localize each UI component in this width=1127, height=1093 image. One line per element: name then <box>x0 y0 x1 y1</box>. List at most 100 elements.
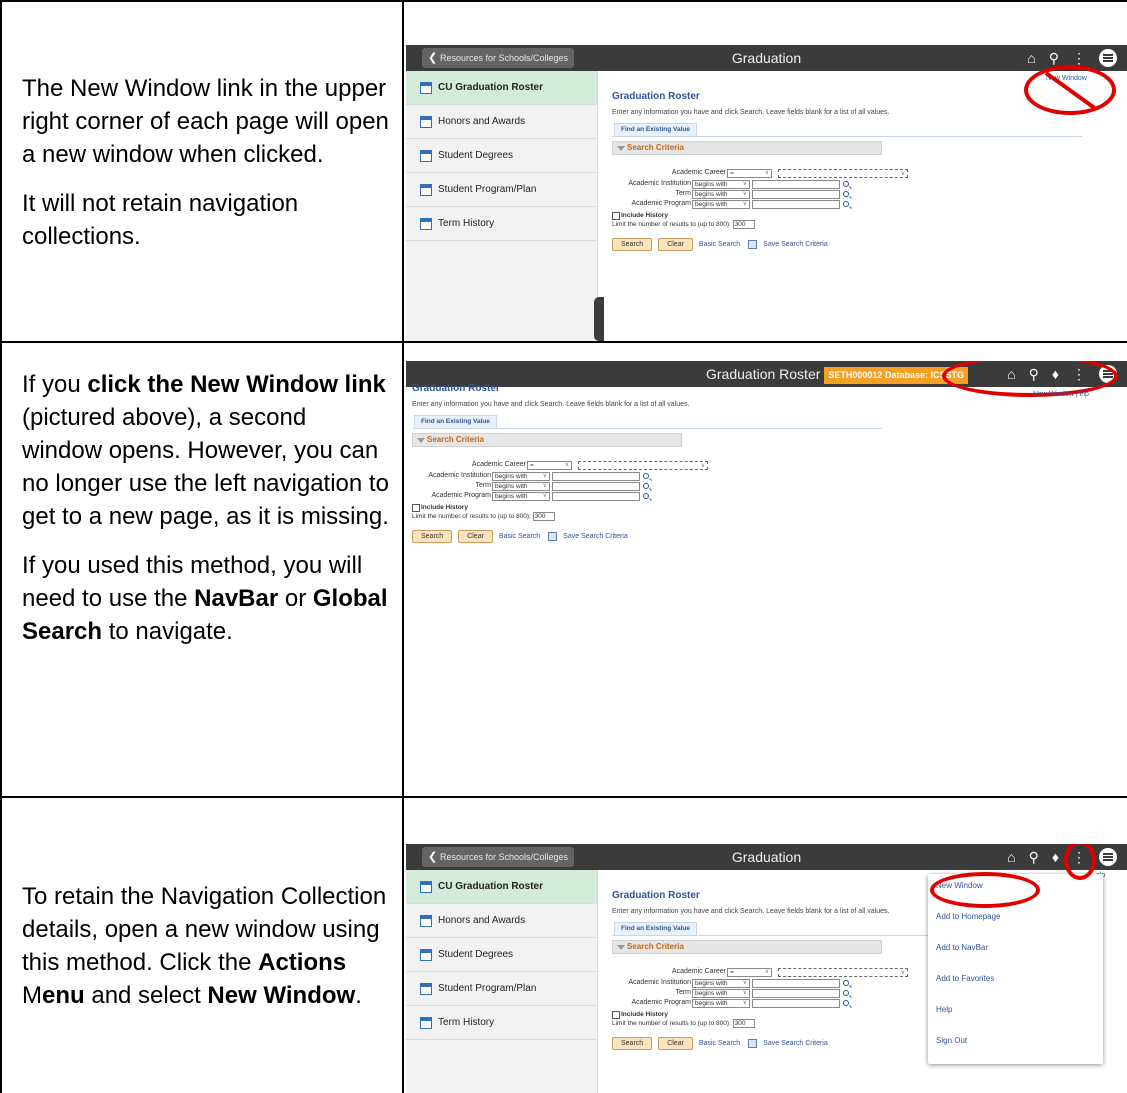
save-search-criteria-link[interactable]: Save Search Criteria <box>763 1040 828 1047</box>
term-operator[interactable]: begins with <box>692 190 750 199</box>
notifications-icon[interactable]: ♦ <box>1052 844 1059 870</box>
lookup-icon[interactable] <box>643 493 649 499</box>
search-criteria-header[interactable]: Search Criteria <box>412 433 682 447</box>
row2-paragraph-1: If you click the New Window link (pictur… <box>22 368 392 533</box>
row3-bold-enu: enu <box>42 982 85 1009</box>
menu-item-add-to-favorites[interactable]: Add to Favorites <box>928 967 1103 998</box>
page-icon <box>420 1017 432 1029</box>
row3-text: To retain the Navigation Collection deta… <box>22 880 392 1028</box>
academic-career-operator[interactable]: = <box>727 169 772 178</box>
sidebar-item-label: Honors and Awards <box>438 915 526 926</box>
academic-program-input[interactable] <box>752 200 840 209</box>
sidebar-item-label: Honors and Awards <box>438 116 526 127</box>
academic-career-operator[interactable]: = <box>527 461 572 470</box>
academic-career-dropdown[interactable] <box>778 968 908 977</box>
limit-input[interactable]: 300 <box>532 512 555 521</box>
limit-input[interactable]: 300 <box>732 220 755 229</box>
search-criteria-header[interactable]: Search Criteria <box>612 141 882 155</box>
basic-search-link[interactable]: Basic Search <box>699 1040 740 1047</box>
home-icon[interactable]: ⌂ <box>1007 844 1015 870</box>
search-criteria-header[interactable]: Search Criteria <box>612 940 882 954</box>
sidebar-item-term-history[interactable]: Term History <box>406 207 597 241</box>
term-input[interactable] <box>752 190 840 199</box>
lookup-icon[interactable] <box>843 201 849 207</box>
basic-search-link[interactable]: Basic Search <box>699 241 740 248</box>
academic-career-dropdown[interactable] <box>778 169 908 178</box>
sidebar-item-cu-graduation-roster[interactable]: CU Graduation Roster <box>406 870 597 904</box>
basic-search-link[interactable]: Basic Search <box>499 533 540 540</box>
academic-institution-input[interactable] <box>752 180 840 189</box>
tab-find-existing-value[interactable]: Find an Existing Value <box>414 415 497 429</box>
row3-text-c: M <box>22 982 42 1009</box>
collapse-handle[interactable] <box>594 297 604 341</box>
menu-item-add-to-navbar[interactable]: Add to NavBar <box>928 936 1103 967</box>
lookup-icon[interactable] <box>643 473 649 479</box>
academic-career-dropdown[interactable] <box>578 461 708 470</box>
clear-button[interactable]: Clear <box>458 529 493 543</box>
term-operator[interactable]: begins with <box>492 482 550 491</box>
search-button[interactable]: Search <box>612 237 653 251</box>
academic-program-operator[interactable]: begins with <box>492 492 550 501</box>
page-icon <box>420 184 432 196</box>
sidebar-item-student-program-plan[interactable]: Student Program/Plan <box>406 173 597 207</box>
academic-program-input[interactable] <box>752 999 840 1008</box>
limit-label: Limit the number of results to (up to 80… <box>612 221 731 229</box>
term-input[interactable] <box>752 989 840 998</box>
include-history-checkbox[interactable]: Include History <box>412 504 882 512</box>
save-search-criteria-link[interactable]: Save Search Criteria <box>763 241 828 248</box>
academic-institution-input[interactable] <box>552 472 640 481</box>
term-input[interactable] <box>552 482 640 491</box>
new-window-link[interactable]: New Window <box>1033 391 1074 398</box>
navbar-icon[interactable] <box>1099 848 1117 866</box>
academic-program-operator[interactable]: begins with <box>692 999 750 1008</box>
row1-text: The New Window link in the upper right c… <box>22 72 392 269</box>
lookup-icon[interactable] <box>843 980 849 986</box>
help-link[interactable]: elp <box>1080 391 1089 398</box>
sidebar-item-cu-graduation-roster[interactable]: CU Graduation Roster <box>406 71 597 105</box>
screenshot-1: ❮ Resources for Schools/Colleges Graduati… <box>406 45 1127 341</box>
academic-program-input[interactable] <box>552 492 640 501</box>
page-title: Graduation Roster <box>412 383 500 394</box>
sidebar-item-honors-and-awards[interactable]: Honors and Awards <box>406 105 597 139</box>
sidebar-item-label: Student Degrees <box>438 949 514 960</box>
include-history-checkbox[interactable]: Include History <box>612 212 1082 220</box>
academic-institution-operator[interactable]: begins with <box>692 180 750 189</box>
limit-input[interactable]: 300 <box>732 1019 755 1028</box>
highlight-ring-new-window <box>930 872 1040 908</box>
sidebar-item-student-degrees[interactable]: Student Degrees <box>406 139 597 173</box>
academic-institution-operator[interactable]: begins with <box>692 979 750 988</box>
row2-p2-text-e: to navigate. <box>102 618 233 645</box>
term-operator[interactable]: begins with <box>692 989 750 998</box>
sidebar-item-student-program-plan[interactable]: Student Program/Plan <box>406 972 597 1006</box>
save-search-criteria-link[interactable]: Save Search Criteria <box>563 533 628 540</box>
lookup-icon[interactable] <box>843 191 849 197</box>
page-icon <box>420 983 432 995</box>
sidebar-item-student-degrees[interactable]: Student Degrees <box>406 938 597 972</box>
search-button[interactable]: Search <box>612 1036 653 1050</box>
academic-career-operator[interactable]: = <box>727 968 772 977</box>
left-navigation: CU Graduation Roster Honors and Awards S… <box>406 71 598 341</box>
clear-button[interactable]: Clear <box>658 237 693 251</box>
academic-program-operator[interactable]: begins with <box>692 200 750 209</box>
left-navigation: CU Graduation Roster Honors and Awards S… <box>406 870 598 1093</box>
row2-p1-text-a: If you <box>22 371 88 398</box>
lookup-icon[interactable] <box>643 483 649 489</box>
sidebar-item-term-history[interactable]: Term History <box>406 1006 597 1040</box>
tab-row: Find an Existing Value <box>412 415 882 429</box>
tab-find-existing-value[interactable]: Find an Existing Value <box>614 123 697 137</box>
row3-text-g: . <box>355 982 362 1009</box>
lookup-icon[interactable] <box>843 181 849 187</box>
clear-button[interactable]: Clear <box>658 1036 693 1050</box>
menu-item-add-to-homepage[interactable]: Add to Homepage <box>928 905 1103 936</box>
sidebar-item-label: Term History <box>438 1017 495 1028</box>
tab-find-existing-value[interactable]: Find an Existing Value <box>614 922 697 936</box>
search-button[interactable]: Search <box>412 529 453 543</box>
lookup-icon[interactable] <box>843 1000 849 1006</box>
search-icon[interactable]: ⚲ <box>1029 844 1039 870</box>
menu-item-help[interactable]: Help <box>928 998 1103 1029</box>
menu-item-sign-out[interactable]: Sign Out <box>928 1029 1103 1060</box>
academic-institution-input[interactable] <box>752 979 840 988</box>
lookup-icon[interactable] <box>843 990 849 996</box>
sidebar-item-honors-and-awards[interactable]: Honors and Awards <box>406 904 597 938</box>
academic-institution-operator[interactable]: begins with <box>492 472 550 481</box>
